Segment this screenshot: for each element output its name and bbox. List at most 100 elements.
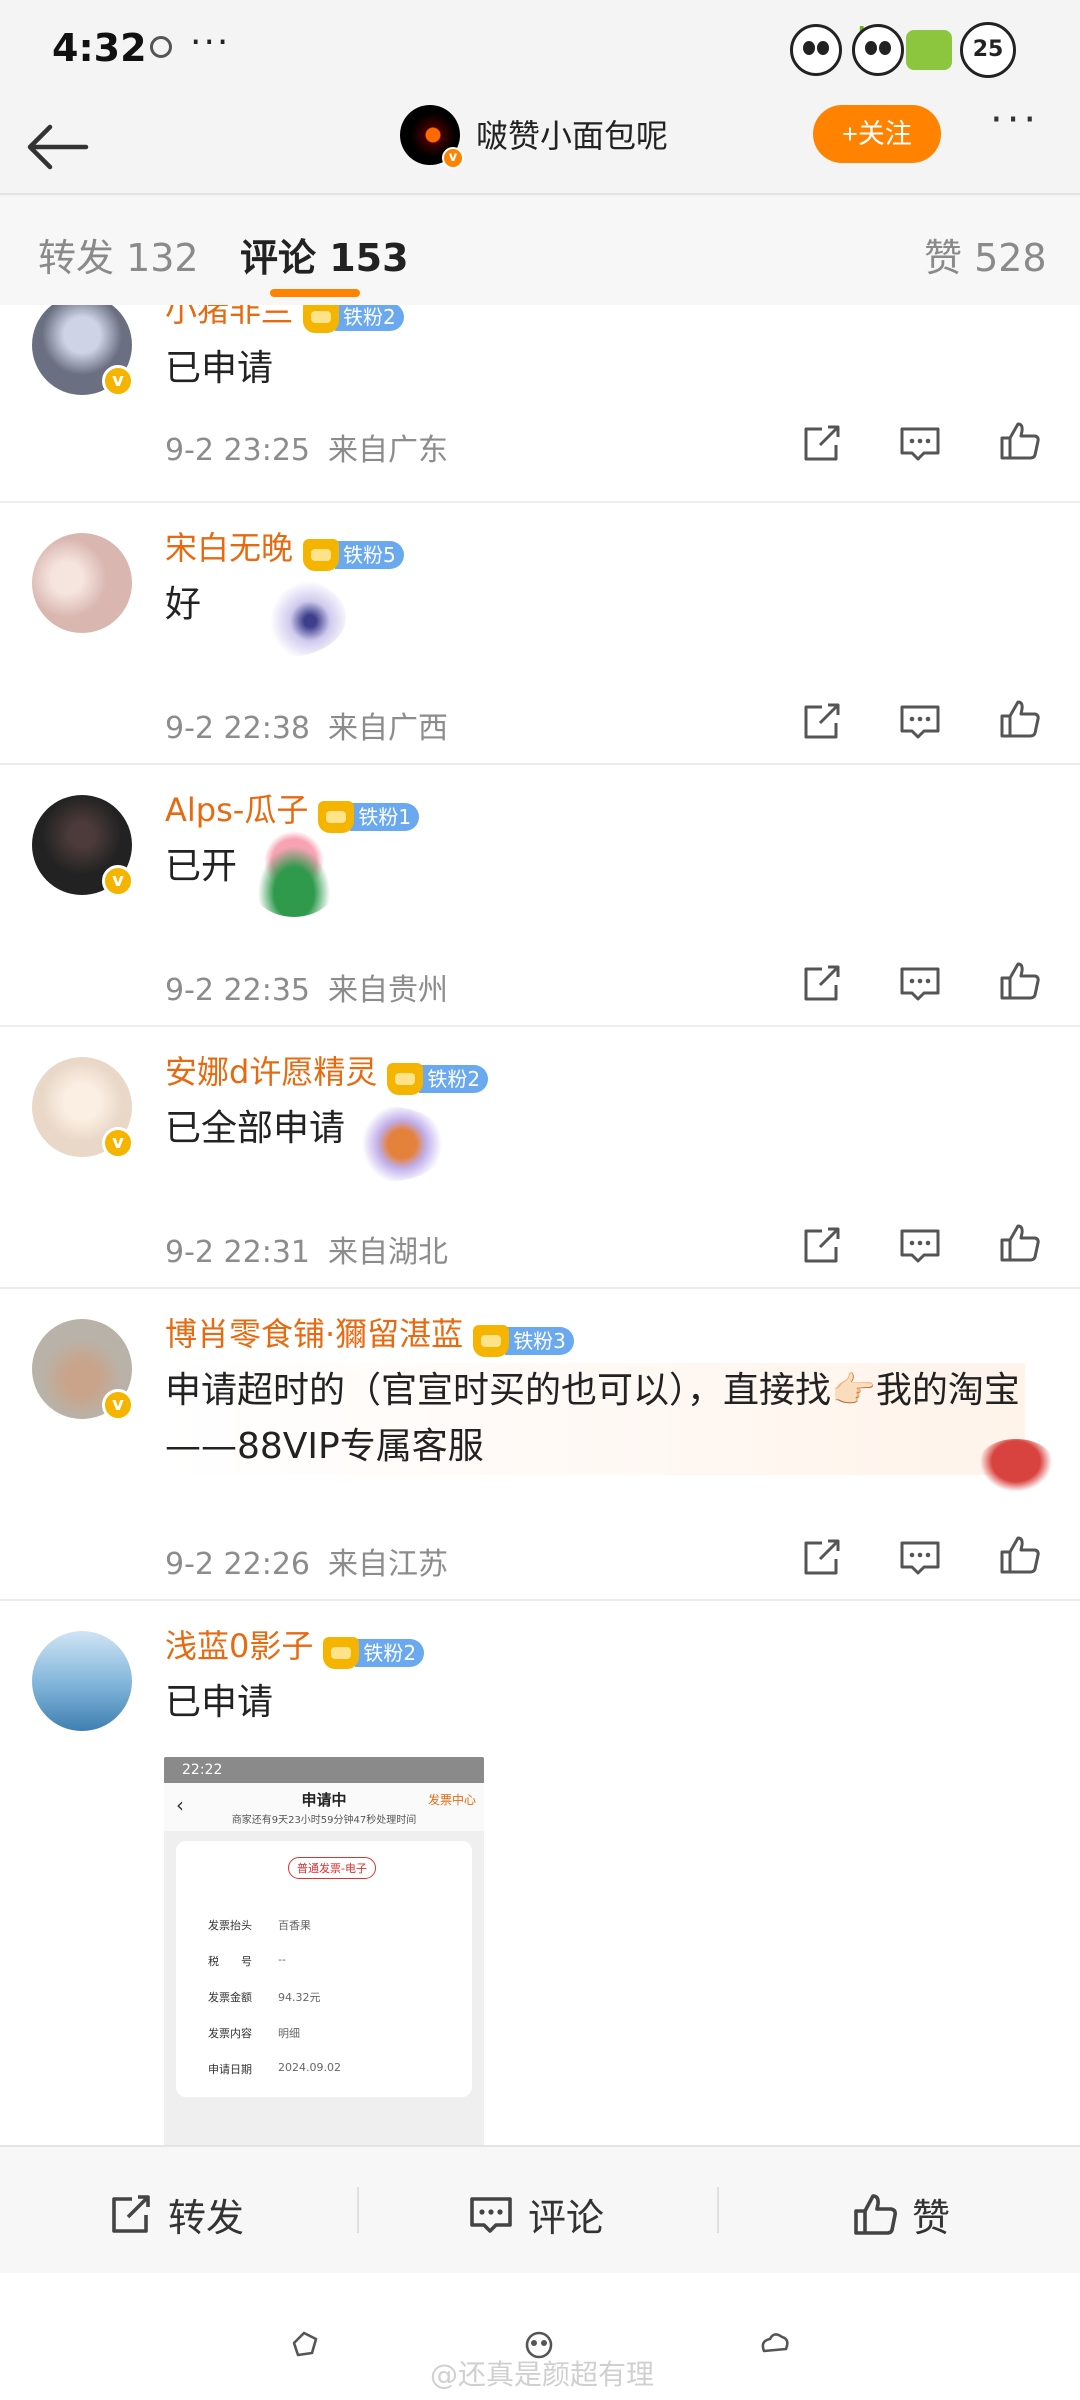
comment-item[interactable]: v 安娜d许愿精灵 铁粉2 已全部申请 9-2 22:31 来自湖北 bbox=[0, 1027, 1080, 1289]
verified-icon: v bbox=[102, 1127, 134, 1159]
comment-icon[interactable] bbox=[898, 701, 942, 741]
author-name[interactable]: 啵赞小面包呢 bbox=[476, 111, 668, 157]
like-label: 赞 bbox=[912, 2196, 951, 2240]
comment-icon bbox=[470, 2196, 512, 2233]
fan-badge-label: 铁粉2 bbox=[355, 1639, 425, 1667]
notification-icon bbox=[150, 36, 172, 58]
comment-text: 已全部申请 bbox=[165, 1108, 346, 1149]
comment-item[interactable]: v 小猪非兰 铁粉2 已申请 9-2 23:25 来自广东 bbox=[0, 305, 1080, 503]
commenter-name[interactable]: 宋白无晚 铁粉5 bbox=[165, 523, 404, 571]
commenter-name-text: 博肖零食铺·獮留湛蓝 bbox=[165, 1315, 464, 1353]
comment-meta: 9-2 22:38 来自广西 bbox=[165, 703, 448, 747]
tab-bar: 转发 132 评论 153 赞 528 bbox=[0, 197, 1080, 305]
repost-label: 转发 bbox=[168, 2196, 245, 2240]
fan-badge: 铁粉3 bbox=[473, 1320, 574, 1357]
crown-icon bbox=[473, 1325, 510, 1357]
fan-badge-label: 铁粉3 bbox=[505, 1327, 574, 1355]
commenter-name[interactable]: 浅蓝0影子 铁粉2 bbox=[165, 1621, 425, 1669]
more-options-button[interactable]: ··· bbox=[990, 97, 1040, 143]
like-icon[interactable] bbox=[998, 421, 1042, 461]
weibo-comments-page: 4:32 ··· HD 25 v 啵赞小面包呢 +关注 ··· 转发 132 评… bbox=[0, 0, 1080, 2400]
fan-badge: 铁粉2 bbox=[303, 305, 404, 333]
attached-invoice-type: 普通发票-电子 bbox=[288, 1857, 376, 1879]
nav-back-icon[interactable] bbox=[758, 2329, 792, 2359]
crown-icon bbox=[303, 305, 340, 333]
like-icon[interactable] bbox=[998, 961, 1042, 1001]
commenter-name[interactable]: 小猪非兰 铁粉2 bbox=[165, 305, 404, 333]
comment-location: 来自湖北 bbox=[328, 1235, 448, 1270]
commenter-name-text: 宋白无晚 bbox=[165, 529, 294, 567]
comment-location: 来自贵州 bbox=[328, 973, 448, 1008]
attached-subtitle: 商家还有9天23小时59分钟47秒处理时间 bbox=[231, 1815, 417, 1826]
like-icon[interactable] bbox=[998, 1223, 1042, 1263]
repost-icon bbox=[112, 2194, 150, 2233]
like-button[interactable]: 赞 bbox=[852, 2187, 950, 2240]
commenter-name[interactable]: 博肖零食铺·獮留湛蓝 铁粉3 bbox=[165, 1309, 574, 1357]
attached-invoice-card: 普通发票-电子 发票抬头 百香果 税 号 -- 发票金额 94.32元 发票内容 明细 … bbox=[176, 1841, 472, 2097]
comment-text: 已申请 bbox=[165, 348, 274, 389]
comment-list[interactable]: v 小猪非兰 铁粉2 已申请 9-2 23:25 来自广东 宋白无晚 铁粉5 好 9-… bbox=[0, 305, 1080, 2145]
comment-icon[interactable] bbox=[898, 1225, 942, 1265]
crown-icon bbox=[318, 801, 355, 833]
repost-icon[interactable] bbox=[800, 1225, 844, 1265]
comment-location: 来自广东 bbox=[328, 433, 448, 468]
signal-icon bbox=[852, 24, 904, 76]
bottom-action-bar: 转发 评论 赞 bbox=[0, 2145, 1080, 2273]
divider bbox=[357, 2187, 359, 2233]
battery-indicator: 25 bbox=[960, 22, 1016, 78]
commenter-avatar[interactable] bbox=[32, 1631, 132, 1731]
comment-item[interactable]: 宋白无晚 铁粉5 好 9-2 22:38 来自广西 bbox=[0, 503, 1080, 765]
crown-icon bbox=[303, 539, 340, 571]
commenter-avatar[interactable]: v bbox=[32, 1057, 134, 1159]
commenter-avatar[interactable]: v bbox=[32, 1319, 134, 1421]
comment-location: 来自江苏 bbox=[328, 1547, 448, 1582]
like-icon bbox=[854, 2193, 897, 2235]
status-more-dots: ··· bbox=[190, 22, 231, 63]
tab-likes[interactable]: 赞 528 bbox=[924, 227, 1047, 282]
attached-row: 发票内容 明细 bbox=[208, 2027, 300, 2040]
follow-button[interactable]: +关注 bbox=[813, 105, 941, 163]
verified-icon: v bbox=[102, 865, 134, 897]
repost-icon[interactable] bbox=[800, 701, 844, 741]
fan-badge: 铁粉1 bbox=[318, 796, 420, 833]
comment-icon[interactable] bbox=[898, 423, 942, 463]
title-bar: v 啵赞小面包呢 +关注 ··· bbox=[0, 95, 1080, 195]
attached-row: 发票抬头 百香果 bbox=[208, 1919, 311, 1932]
repost-icon[interactable] bbox=[800, 1537, 844, 1577]
like-icon[interactable] bbox=[998, 699, 1042, 739]
fan-badge-label: 铁粉5 bbox=[335, 541, 404, 569]
commenter-avatar[interactable]: v bbox=[32, 305, 134, 397]
commenter-name-text: 小猪非兰 bbox=[165, 305, 294, 329]
commenter-avatar[interactable]: v bbox=[32, 795, 134, 897]
comment-location: 来自广西 bbox=[328, 711, 448, 746]
repost-button[interactable]: 转发 bbox=[108, 2187, 244, 2240]
comment-button[interactable]: 评论 bbox=[468, 2187, 604, 2240]
author-avatar[interactable]: v bbox=[400, 105, 464, 169]
comment-text: 已申请 bbox=[165, 1682, 274, 1723]
attached-image[interactable]: 22:22 ‹ 申请中 商家还有9天23小时59分钟47秒处理时间 发票中心 普… bbox=[164, 1757, 484, 2145]
attached-row: 发票金额 94.32元 bbox=[208, 1991, 321, 2004]
comment-item[interactable]: 浅蓝0影子 铁粉2 已申请 bbox=[0, 1601, 1080, 2145]
watermark: @还真是颜超有理 bbox=[430, 2358, 655, 2391]
comment-icon[interactable] bbox=[898, 963, 942, 1003]
repost-icon[interactable] bbox=[800, 963, 844, 1003]
back-button[interactable] bbox=[20, 107, 100, 177]
like-icon[interactable] bbox=[998, 1535, 1042, 1575]
commenter-name[interactable]: Alps-瓜子 铁粉1 bbox=[165, 785, 420, 833]
fan-badge-label: 铁粉1 bbox=[350, 803, 420, 831]
comment-icon[interactable] bbox=[898, 1537, 942, 1577]
commenter-name[interactable]: 安娜d许愿精灵 铁粉2 bbox=[165, 1047, 489, 1095]
decoration-sticker bbox=[336, 1107, 446, 1181]
crown-icon bbox=[387, 1063, 424, 1095]
tab-reposts[interactable]: 转发 132 bbox=[38, 227, 199, 282]
commenter-name-text: 浅蓝0影子 bbox=[165, 1627, 314, 1665]
comment-item[interactable]: v 博肖零食铺·獮留湛蓝 铁粉3 申请超时的（官宣时买的也可以），直接找👉🏻我的淘… bbox=[0, 1289, 1080, 1601]
commenter-avatar[interactable] bbox=[32, 533, 132, 633]
verified-icon: v bbox=[102, 1389, 134, 1421]
repost-icon[interactable] bbox=[800, 423, 844, 463]
attached-status-bar: 22:22 bbox=[164, 1757, 484, 1783]
nav-menu-icon[interactable] bbox=[290, 2329, 324, 2359]
comment-item[interactable]: v Alps-瓜子 铁粉1 已开 9-2 22:35 来自贵州 bbox=[0, 765, 1080, 1027]
tab-comments[interactable]: 评论 153 bbox=[240, 227, 409, 282]
fan-badge: 铁粉5 bbox=[303, 534, 404, 571]
